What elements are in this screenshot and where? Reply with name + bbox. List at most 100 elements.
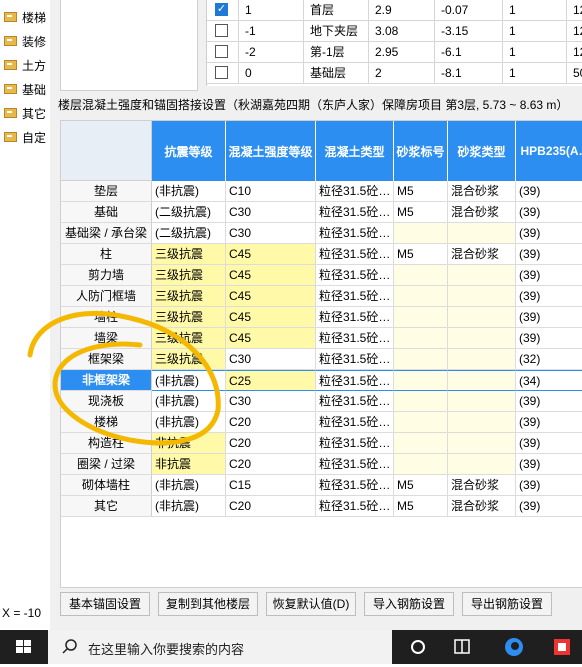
cortana-icon[interactable] xyxy=(398,630,438,664)
cell-hpb235[interactable]: (39) xyxy=(516,475,582,496)
cell-mortar-type[interactable] xyxy=(448,223,516,244)
row-header[interactable]: 剪力墙 xyxy=(61,265,152,286)
cell-mortar-grade[interactable] xyxy=(394,370,448,391)
cell-concrete-type[interactable]: 粒径31.5砼… xyxy=(316,433,394,454)
cell-concrete-type[interactable]: 粒径31.5砼… xyxy=(316,181,394,202)
cell-mortar-type[interactable] xyxy=(448,433,516,454)
cell-grade[interactable]: C30 xyxy=(226,349,316,370)
tree-item-0[interactable]: 楼梯 xyxy=(4,8,46,26)
cell-grade[interactable]: C20 xyxy=(226,433,316,454)
cell-hpb235[interactable]: (39) xyxy=(516,433,582,454)
cell-hpb235[interactable]: (39) xyxy=(516,265,582,286)
cell-concrete-type[interactable]: 粒径31.5砼… xyxy=(316,202,394,223)
cell-grade[interactable]: C45 xyxy=(226,265,316,286)
row-header[interactable]: 墙梁 xyxy=(61,328,152,349)
grid-row[interactable]: 剪力墙 三级抗震 C45 粒径31.5砼… (39) xyxy=(61,265,582,286)
cell-grade[interactable]: C20 xyxy=(226,412,316,433)
cell-concrete-type[interactable]: 粒径31.5砼… xyxy=(316,475,394,496)
cell-seismic[interactable]: (非抗震) xyxy=(152,412,226,433)
grid-row[interactable]: 垫层 (非抗震) C10 粒径31.5砼… M5 混合砂浆 (39) xyxy=(61,181,582,202)
cell-concrete-type[interactable]: 粒径31.5砼… xyxy=(316,307,394,328)
tree-item-2[interactable]: 土方 xyxy=(4,56,46,74)
grid-row[interactable]: 现浇板 (非抗震) C30 粒径31.5砼… (39) xyxy=(61,391,582,412)
cell-mortar-grade[interactable] xyxy=(394,286,448,307)
grid-row[interactable]: 其它 (非抗震) C20 粒径31.5砼… M5 混合砂浆 (39) xyxy=(61,496,582,517)
cell-seismic[interactable]: 非抗震 xyxy=(152,433,226,454)
floor-row[interactable]: -2 第-1层 2.95 -6.1 1 12 xyxy=(207,42,582,63)
cell-grade[interactable]: C45 xyxy=(226,328,316,349)
grid-row[interactable]: 构造柱 非抗震 C20 粒径31.5砼… (39) xyxy=(61,433,582,454)
grid-row[interactable]: 基础梁 / 承台梁 (二级抗震) C30 粒径31.5砼… (39) xyxy=(61,223,582,244)
cell-mortar-type[interactable]: 混合砂浆 xyxy=(448,181,516,202)
basic-anchor-button[interactable]: 基本锚固设置 xyxy=(60,592,150,616)
col-header-grade[interactable]: 混凝土强度等级 xyxy=(226,121,316,181)
cell-seismic[interactable]: (二级抗震) xyxy=(152,223,226,244)
windows-start-button[interactable] xyxy=(0,630,48,664)
tree-item-3[interactable]: 基础 xyxy=(4,80,46,98)
cell-mortar-grade[interactable] xyxy=(394,454,448,475)
cell-concrete-type[interactable]: 粒径31.5砼… xyxy=(316,370,394,391)
cell-concrete-type[interactable]: 粒径31.5砼… xyxy=(316,286,394,307)
cell-mortar-type[interactable] xyxy=(448,307,516,328)
cell-concrete-type[interactable]: 粒径31.5砼… xyxy=(316,496,394,517)
cell-mortar-grade[interactable]: M5 xyxy=(394,496,448,517)
cell-hpb235[interactable]: (39) xyxy=(516,202,582,223)
grid-row[interactable]: 框架梁 三级抗震 C30 粒径31.5砼… (32) xyxy=(61,349,582,370)
cell-concrete-type[interactable]: 粒径31.5砼… xyxy=(316,412,394,433)
row-header[interactable]: 构造柱 xyxy=(61,433,152,454)
cell-mortar-type[interactable] xyxy=(448,286,516,307)
cell-seismic[interactable]: (二级抗震) xyxy=(152,202,226,223)
cell-seismic[interactable]: (非抗震) xyxy=(152,370,226,391)
cell-seismic[interactable]: (非抗震) xyxy=(152,181,226,202)
cell-seismic[interactable]: 三级抗震 xyxy=(152,244,226,265)
floor-row[interactable]: ✓ 1 首层 2.9 -0.07 1 12 xyxy=(207,0,582,21)
cell-hpb235[interactable]: (39) xyxy=(516,286,582,307)
checkbox-icon[interactable] xyxy=(215,24,228,37)
cell-concrete-type[interactable]: 粒径31.5砼… xyxy=(316,244,394,265)
cell-grade[interactable]: C45 xyxy=(226,244,316,265)
cell-mortar-grade[interactable] xyxy=(394,307,448,328)
cell-grade[interactable]: C25 xyxy=(226,370,316,391)
grid-row[interactable]: 柱三级抗震 C45 粒径31.5砼… M5 混合砂浆 (39) xyxy=(61,244,582,265)
copy-to-floors-button[interactable]: 复制到其他楼层 xyxy=(158,592,258,616)
cell-mortar-grade[interactable] xyxy=(394,265,448,286)
cell-mortar-type[interactable] xyxy=(448,265,516,286)
cell-mortar-type[interactable] xyxy=(448,370,516,391)
checkbox-icon[interactable] xyxy=(215,66,228,79)
row-header[interactable]: 圈梁 / 过梁 xyxy=(61,454,152,475)
cell-grade[interactable]: C30 xyxy=(226,391,316,412)
cell-hpb235[interactable]: (39) xyxy=(516,307,582,328)
row-header[interactable]: 墙柱 xyxy=(61,307,152,328)
grid-row[interactable]: 人防门框墙 三级抗震 C45 粒径31.5砼… (39) xyxy=(61,286,582,307)
restore-default-button[interactable]: 恢复默认值(D) xyxy=(266,592,356,616)
cell-grade[interactable]: C20 xyxy=(226,454,316,475)
cell-concrete-type[interactable]: 粒径31.5砼… xyxy=(316,328,394,349)
row-header[interactable]: 柱 xyxy=(61,244,152,265)
cell-hpb235[interactable]: (39) xyxy=(516,412,582,433)
cell-grade[interactable]: C45 xyxy=(226,286,316,307)
cell-hpb235[interactable]: (39) xyxy=(516,496,582,517)
cell-mortar-grade[interactable] xyxy=(394,391,448,412)
import-rebar-button[interactable]: 导入钢筋设置 xyxy=(364,592,454,616)
row-header[interactable]: 楼梯 xyxy=(61,412,152,433)
cell-seismic[interactable]: 非抗震 xyxy=(152,454,226,475)
grid-row[interactable]: 墙柱 三级抗震 C45 粒径31.5砼… (39) xyxy=(61,307,582,328)
cell-seismic[interactable]: 三级抗震 xyxy=(152,328,226,349)
taskbar-search-box[interactable]: 在这里输入你要搜索的内容 xyxy=(48,630,392,664)
cell-mortar-type[interactable]: 混合砂浆 xyxy=(448,202,516,223)
floor-row[interactable]: -1 地下夹层 3.08 -3.15 1 12 xyxy=(207,21,582,42)
cell-seismic[interactable]: 三级抗震 xyxy=(152,286,226,307)
col-header-mortar-type[interactable]: 砂浆类型 xyxy=(448,121,516,181)
row-header[interactable]: 基础 xyxy=(61,202,152,223)
cell-grade[interactable]: C30 xyxy=(226,202,316,223)
row-header[interactable]: 非框架梁 xyxy=(61,370,152,391)
grid-row[interactable]: 墙梁 三级抗震 C45 粒径31.5砼… (39) xyxy=(61,328,582,349)
cell-hpb235[interactable]: (39) xyxy=(516,244,582,265)
cell-grade[interactable]: C15 xyxy=(226,475,316,496)
cell-mortar-grade[interactable]: M5 xyxy=(394,181,448,202)
cell-concrete-type[interactable]: 粒径31.5砼… xyxy=(316,265,394,286)
row-header[interactable]: 框架梁 xyxy=(61,349,152,370)
cell-grade[interactable]: C20 xyxy=(226,496,316,517)
cell-grade[interactable]: C30 xyxy=(226,223,316,244)
grid-row[interactable]: 基础 (二级抗震) C30 粒径31.5砼… M5 混合砂浆 (39) xyxy=(61,202,582,223)
